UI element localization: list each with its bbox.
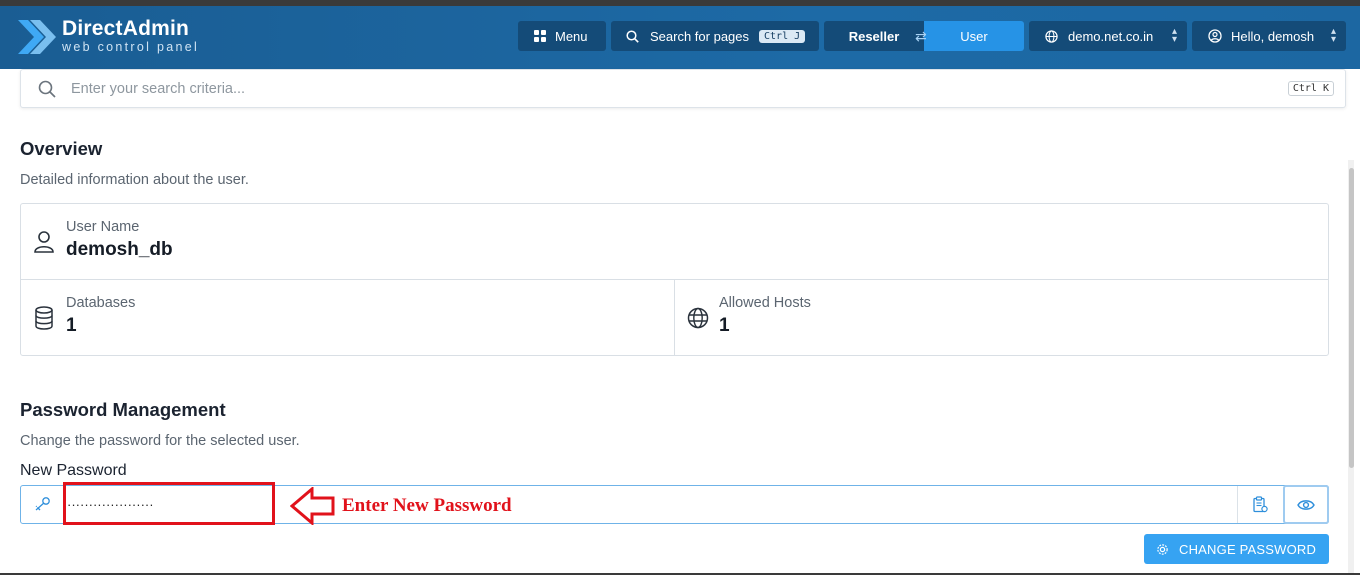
user-icon (34, 231, 54, 253)
brand-tagline: web control panel (62, 40, 200, 54)
user-name-row: User Name demosh_db (21, 204, 1328, 280)
domain-selector[interactable]: demo.net.co.in ▴ ▾ (1029, 21, 1187, 51)
switch-reseller[interactable]: Reseller (824, 21, 924, 51)
copy-password-button[interactable] (1237, 486, 1282, 523)
change-password-label: CHANGE PASSWORD (1179, 541, 1317, 557)
app-header: DirectAdmin web control panel Menu Searc… (0, 6, 1360, 69)
toggle-visibility-button[interactable] (1283, 485, 1329, 524)
search-icon (626, 29, 639, 43)
global-search: Ctrl K (20, 69, 1346, 108)
search-input[interactable] (71, 78, 1251, 100)
database-icon (35, 306, 53, 330)
change-password-button[interactable]: CHANGE PASSWORD (1144, 534, 1329, 564)
menu-button[interactable]: Menu (518, 21, 606, 51)
databases-value: 1 (66, 315, 77, 336)
annotation-text: Enter New Password (342, 495, 512, 516)
allowed-hosts-cell: Allowed Hosts 1 (675, 280, 1328, 356)
password-description: Change the password for the selected use… (20, 433, 300, 449)
search-pages-button[interactable]: Search for pages Ctrl J (611, 21, 819, 51)
eye-icon (1297, 499, 1315, 510)
left-arrow-icon (290, 487, 335, 525)
swap-icon: ⇄ (915, 28, 927, 44)
brand-name: DirectAdmin (62, 17, 190, 40)
user-circle-icon (1208, 29, 1222, 43)
user-name-label: User Name (66, 219, 140, 235)
overview-card: User Name demosh_db Databases 1 Allowed … (20, 203, 1329, 356)
password-title: Password Management (20, 399, 226, 420)
databases-cell: Databases 1 (21, 280, 675, 356)
search-icon (38, 80, 56, 98)
chevron-updown-icon: ▴ ▾ (1171, 26, 1177, 45)
search-pages-shortcut: Ctrl J (759, 29, 806, 43)
gear-icon (1157, 543, 1168, 555)
key-icon[interactable] (33, 496, 51, 512)
grid-icon (534, 30, 546, 42)
domain-label: demo.net.co.in (1068, 28, 1154, 44)
user-menu[interactable]: Hello, demosh ▴ ▾ (1192, 21, 1346, 51)
search-pages-label: Search for pages (650, 28, 750, 44)
brand[interactable]: DirectAdmin web control panel (62, 17, 200, 55)
directadmin-logo-icon (18, 20, 56, 54)
page-scrollbar[interactable] (1348, 160, 1354, 575)
globe-icon (1045, 29, 1058, 43)
globe-icon (687, 307, 709, 329)
databases-label: Databases (66, 295, 136, 311)
annotation-highlight-box (63, 482, 275, 525)
new-password-label: New Password (20, 462, 127, 479)
menu-label: Menu (555, 28, 588, 44)
greeting-label: Hello, demosh (1231, 28, 1315, 44)
clipboard-icon (1253, 495, 1268, 512)
user-name-value: demosh_db (66, 239, 173, 260)
allowed-hosts-label: Allowed Hosts (719, 295, 811, 311)
stats-row: Databases 1 Allowed Hosts 1 (21, 280, 1328, 356)
switch-user[interactable]: User (924, 21, 1024, 51)
allowed-hosts-value: 1 (719, 315, 730, 336)
overview-description: Detailed information about the user. (20, 172, 249, 188)
overview-title: Overview (20, 138, 103, 159)
search-shortcut: Ctrl K (1287, 81, 1334, 96)
scrollbar-thumb[interactable] (1349, 168, 1354, 468)
chevron-updown-icon: ▴ ▾ (1330, 26, 1336, 45)
